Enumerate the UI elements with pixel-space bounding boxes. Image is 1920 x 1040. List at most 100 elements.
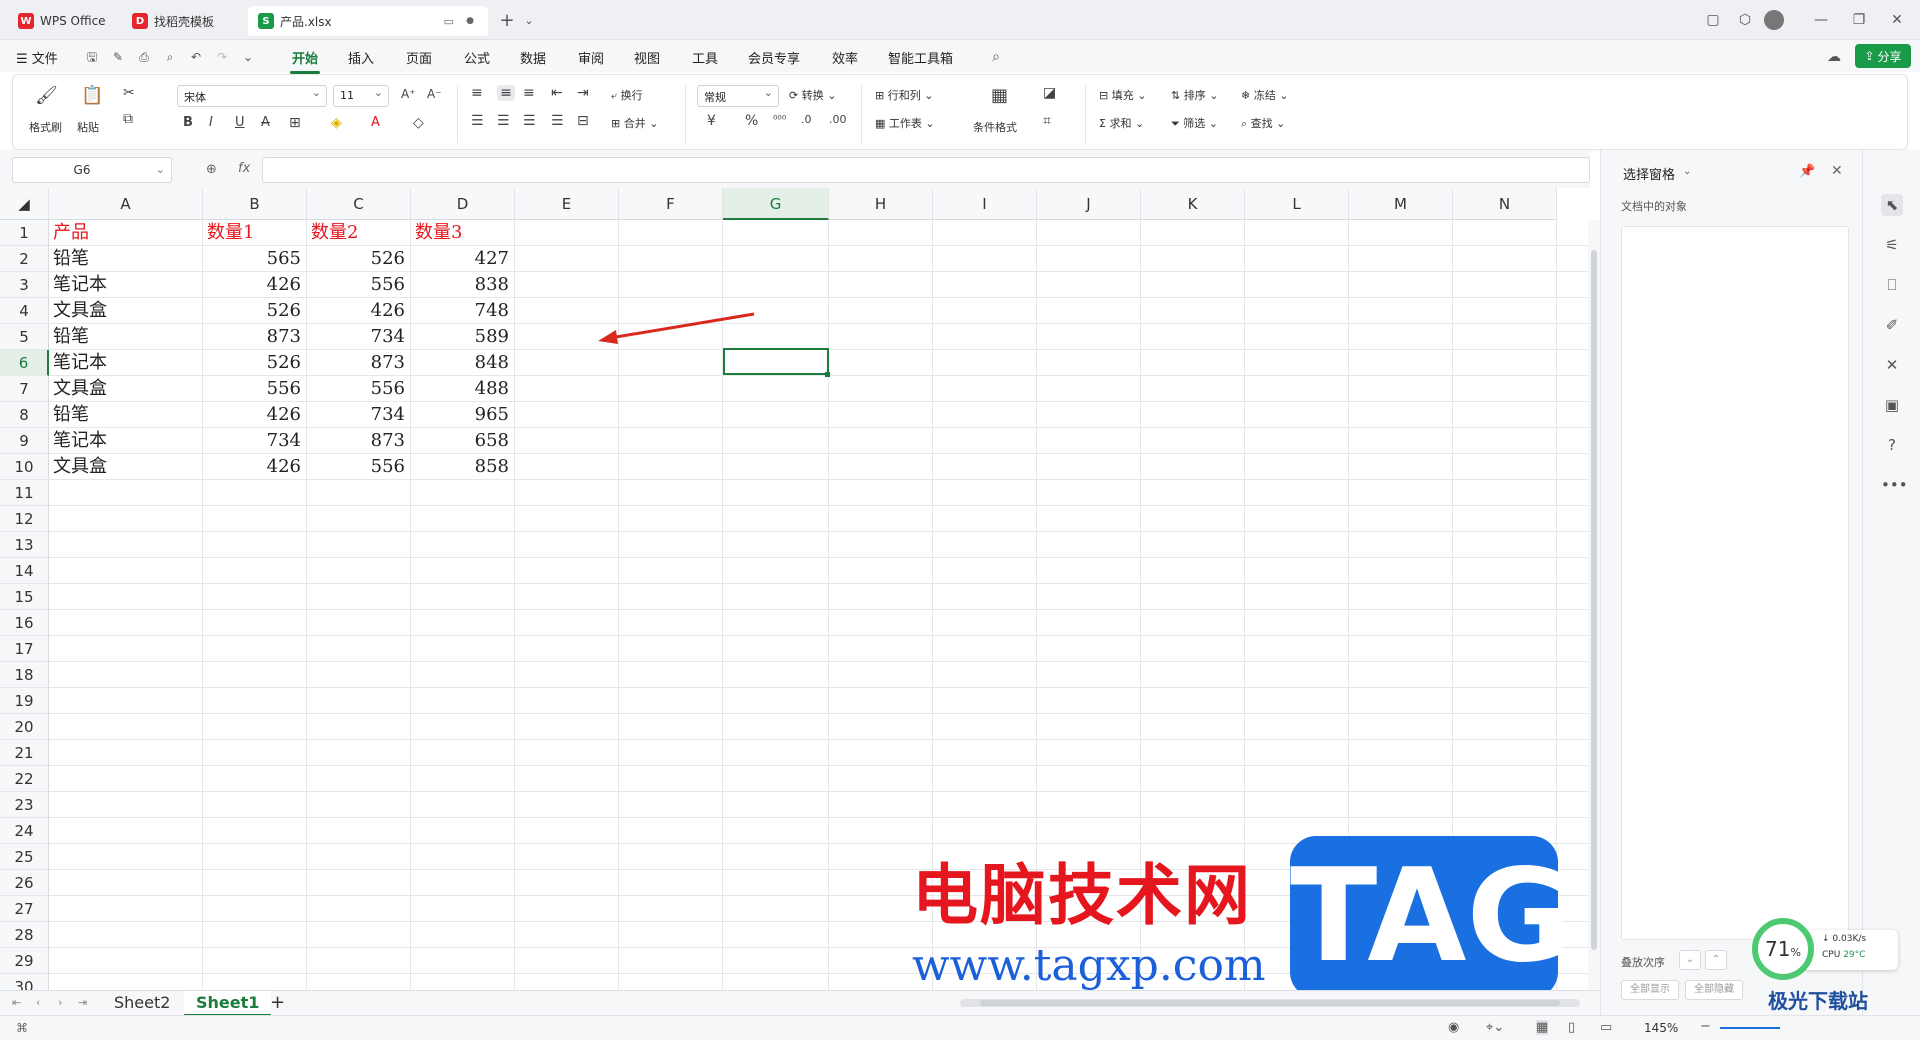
chevron-down-icon[interactable]: ⌄ — [516, 8, 542, 32]
increase-font-icon[interactable]: A⁺ — [401, 87, 416, 101]
pane-close-icon[interactable]: ✕ — [1831, 163, 1843, 179]
add-sheet-button[interactable]: + — [258, 991, 297, 1016]
data-cell[interactable]: 734 — [307, 325, 405, 349]
menu-toolbox[interactable]: 智能工具箱 — [888, 48, 953, 67]
percent-button[interactable]: % — [745, 113, 758, 129]
order-up-button[interactable]: ⌃ — [1705, 950, 1727, 970]
row-header-29[interactable]: 29 — [0, 948, 49, 974]
row-header-9[interactable]: 9 — [0, 428, 49, 454]
select-all-corner[interactable]: ◢ — [0, 188, 49, 220]
data-cell[interactable]: 838 — [411, 273, 509, 297]
zoom-icon[interactable]: ⊕ — [206, 162, 217, 177]
find-button[interactable]: ⌕ 查找 ⌄ — [1241, 115, 1285, 131]
data-cell[interactable]: 426 — [203, 273, 301, 297]
cell-style-icon[interactable]: ◪ — [1043, 85, 1056, 101]
paste-icon[interactable]: 📋 — [81, 85, 103, 106]
cube-icon[interactable]: ⬡ — [1732, 8, 1758, 32]
data-cell[interactable]: 658 — [411, 429, 509, 453]
next-sheet-icon[interactable]: › — [58, 996, 62, 1009]
hscroll-thumb[interactable] — [980, 1000, 1560, 1006]
undo-icon[interactable]: ↶ — [188, 50, 204, 64]
row-header-20[interactable]: 20 — [0, 714, 49, 740]
row-header-12[interactable]: 12 — [0, 506, 49, 532]
row-header-21[interactable]: 21 — [0, 740, 49, 766]
last-sheet-icon[interactable]: ⇥ — [78, 996, 87, 1009]
data-cell[interactable]: 文具盒 — [53, 455, 107, 479]
indent-decrease-icon[interactable]: ⇤ — [551, 85, 563, 101]
align-center-icon[interactable]: ☰ — [497, 113, 510, 129]
row-header-13[interactable]: 13 — [0, 532, 49, 558]
conditional-format-label[interactable]: 条件格式 — [973, 119, 1017, 135]
rows-cols-button[interactable]: ⊞ 行和列 ⌄ — [875, 87, 933, 103]
data-cell[interactable]: 铅笔 — [53, 325, 89, 349]
data-cell[interactable]: 笔记本 — [53, 351, 107, 375]
row-header-26[interactable]: 26 — [0, 870, 49, 896]
data-cell[interactable]: 526 — [307, 247, 405, 271]
decrease-font-icon[interactable]: A⁻ — [427, 87, 442, 101]
row-header-15[interactable]: 15 — [0, 584, 49, 610]
indent-increase-icon[interactable]: ⇥ — [577, 85, 589, 101]
redo-icon[interactable]: ↷ — [214, 50, 230, 64]
menu-tools[interactable]: 工具 — [692, 48, 718, 67]
horizontal-scrollbar[interactable] — [960, 999, 1580, 1007]
align-right-icon[interactable]: ☰ — [523, 113, 536, 129]
font-color-icon[interactable]: A — [371, 115, 380, 130]
tab-template[interactable]: D 找稻壳模板 — [122, 6, 242, 36]
menu-home[interactable]: 开始 — [289, 48, 321, 74]
distribute-icon[interactable]: ⊟ — [577, 113, 589, 129]
italic-button[interactable]: I — [209, 115, 213, 130]
align-middle-icon[interactable]: ≡ — [497, 85, 515, 101]
data-cell[interactable]: 铅笔 — [53, 247, 89, 271]
view-mode-icon[interactable]: ⌖⌄ — [1486, 1020, 1504, 1035]
data-cell[interactable]: 526 — [203, 299, 301, 323]
shape-icon[interactable]: ⌗ — [1043, 113, 1051, 129]
cpu-widget[interactable]: ↓ 0.03K/s CPU 29°C 71% — [1752, 918, 1902, 984]
data-cell[interactable]: 556 — [307, 273, 405, 297]
macro-icon[interactable]: ⌘ — [16, 1021, 28, 1035]
bold-button[interactable]: B — [183, 115, 193, 130]
row-header-27[interactable]: 27 — [0, 896, 49, 922]
data-cell[interactable]: 笔记本 — [53, 429, 107, 453]
cursor-icon[interactable]: ⬉ — [1881, 194, 1903, 216]
column-header-e[interactable]: E — [515, 188, 619, 220]
vertical-scrollbar[interactable] — [1588, 220, 1600, 990]
format-painter-label[interactable]: 格式刷 — [29, 119, 62, 135]
number-format-select[interactable]: 常规 — [697, 85, 779, 107]
book-icon[interactable]: ▣ — [1881, 394, 1903, 416]
data-cell[interactable]: 556 — [203, 377, 301, 401]
data-cell[interactable]: 556 — [307, 377, 405, 401]
strikethrough-icon[interactable]: A — [261, 115, 270, 130]
data-cell[interactable]: 873 — [307, 351, 405, 375]
row-header-24[interactable]: 24 — [0, 818, 49, 844]
name-box[interactable]: G6 ⌄ — [12, 157, 172, 183]
object-list[interactable] — [1621, 226, 1849, 940]
data-cell[interactable]: 笔记本 — [53, 273, 107, 297]
format-painter-icon[interactable]: 🖌 — [35, 85, 58, 106]
data-cell[interactable]: 734 — [307, 403, 405, 427]
data-cell[interactable]: 426 — [203, 403, 301, 427]
row-header-17[interactable]: 17 — [0, 636, 49, 662]
data-cell[interactable]: 873 — [203, 325, 301, 349]
file-menu[interactable]: ☰ 文件 — [16, 48, 58, 67]
customize-chevron-icon[interactable]: ⌄ — [240, 50, 256, 64]
data-cell[interactable]: 589 — [411, 325, 509, 349]
row-header-25[interactable]: 25 — [0, 844, 49, 870]
cut-icon[interactable]: ✂ — [123, 85, 135, 101]
paint-icon[interactable]: ✎ — [110, 50, 126, 64]
column-header-n[interactable]: N — [1453, 188, 1557, 220]
fill-button[interactable]: ⊟ 填充 ⌄ — [1099, 87, 1146, 103]
menu-view[interactable]: 视图 — [634, 48, 660, 67]
more-icon[interactable]: ••• — [1881, 474, 1908, 496]
freeze-button[interactable]: ❄ 冻结 ⌄ — [1241, 87, 1288, 103]
column-header-m[interactable]: M — [1349, 188, 1453, 220]
data-cell[interactable]: 556 — [307, 455, 405, 479]
row-header-16[interactable]: 16 — [0, 610, 49, 636]
align-bottom-icon[interactable]: ≡ — [523, 85, 535, 101]
menu-member[interactable]: 会员专享 — [748, 48, 800, 67]
row-header-4[interactable]: 4 — [0, 298, 49, 324]
column-header-b[interactable]: B — [203, 188, 307, 220]
increase-decimal-icon[interactable]: .0 — [801, 113, 812, 126]
data-cell[interactable]: 427 — [411, 247, 509, 271]
column-header-j[interactable]: J — [1037, 188, 1141, 220]
currency-button[interactable]: ¥ — [707, 113, 716, 129]
